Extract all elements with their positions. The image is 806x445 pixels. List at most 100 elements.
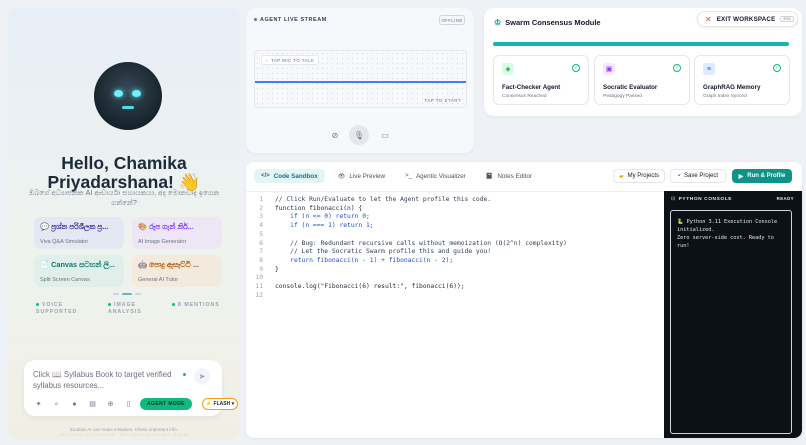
agent-card-graphrag[interactable]: ≡ ✓ GraphRAG Memory Graph Index Synced bbox=[694, 55, 790, 105]
carousel-dots[interactable] bbox=[113, 293, 141, 295]
code-line[interactable]: 11 console.log("Fibonacci(6) result:", fi… bbox=[246, 283, 664, 292]
code-line[interactable]: 2 function fibonacci(n) { bbox=[246, 205, 664, 214]
card-title: 📄 Canvas සටහන් ලි... bbox=[40, 260, 115, 269]
card-title: 💬 ප්‍රශ්න පරිශීලක ප්‍ර... bbox=[40, 222, 109, 231]
card-image-generator[interactable]: 🎨 රූප ගැන් නිර්... AI Image Generator bbox=[132, 217, 222, 249]
database-icon: ≡ bbox=[703, 63, 715, 75]
my-projects-button[interactable]: ▰ My Projects bbox=[613, 169, 665, 183]
line-number: 3 bbox=[259, 213, 263, 221]
screen-share-off-icon[interactable]: ▭ bbox=[376, 126, 394, 144]
line-number: 9 bbox=[259, 265, 263, 273]
code-line[interactable]: 1 // Click Run/Evaluate to let the Agent … bbox=[246, 196, 664, 205]
tab-notes-editor[interactable]: 📓 Notes Editor bbox=[479, 169, 539, 183]
code-text: if (n <= 0) return 0; bbox=[275, 213, 370, 221]
code-line[interactable]: 12 bbox=[246, 292, 664, 301]
tab-code-sandbox[interactable]: </> Code Sandbox bbox=[254, 169, 325, 183]
console-line: Zero server-side cost. Ready to run! bbox=[677, 235, 774, 249]
mic-icon[interactable]: ● bbox=[70, 400, 79, 409]
code-line[interactable]: 3 if (n <= 0) return 0; bbox=[246, 213, 664, 222]
trophy-icon: ♔ bbox=[494, 18, 502, 27]
line-number: 4 bbox=[259, 222, 263, 230]
online-dot bbox=[183, 373, 186, 376]
line-number: 7 bbox=[259, 248, 263, 256]
folder-icon: ▰ bbox=[619, 173, 624, 180]
line-number: 5 bbox=[259, 230, 263, 238]
exit-workspace-button[interactable]: ✕ EXIT WORKSPACE ESC bbox=[697, 11, 798, 27]
console-line: 🐍 Python 3.11 Execution Console initiali… bbox=[677, 219, 778, 233]
status-badge: OFFLINE bbox=[439, 15, 465, 25]
code-line[interactable]: 9} bbox=[246, 266, 664, 275]
check-icon: ✓ bbox=[572, 64, 580, 72]
run-profile-button[interactable]: ▶ Run & Profile bbox=[732, 169, 792, 183]
chat-icon: ▣ bbox=[603, 63, 615, 75]
code-text: // Click Run/Evaluate to let the Agent p… bbox=[275, 196, 492, 203]
code-line[interactable]: 4 if (n === 1) return 1; bbox=[246, 222, 664, 231]
tap-start-hint: TAP TO START bbox=[424, 98, 461, 103]
chat-placeholder[interactable]: Click 📖 Syllabus Book to target verified… bbox=[33, 369, 183, 391]
terminal-icon: ⊡ bbox=[671, 197, 676, 202]
eye-icon: 👁 bbox=[337, 173, 346, 180]
tab-live-preview[interactable]: 👁 Live Preview bbox=[331, 169, 392, 183]
card-subtitle: AI Image Generator bbox=[138, 239, 187, 245]
line-number: 12 bbox=[255, 291, 263, 299]
agent-card-socratic[interactable]: ▣ ✓ Socratic Evaluator Pedagogy Passed bbox=[594, 55, 690, 105]
workspace-tabs: </> Code Sandbox 👁 Live Preview >_ Agentic … bbox=[254, 169, 539, 183]
card-general-tutor[interactable]: 🤖 පොදු ඇසෑට්ටි ... General AI Tutor bbox=[132, 255, 222, 287]
card-subtitle: Split Screen Canvas bbox=[40, 277, 90, 283]
globe-icon[interactable]: ⊕ bbox=[106, 400, 115, 409]
greeting-subtitle: ඔබගේ අධ්‍යාපනික AI ආචාර්යා සහායකයා, අද ම… bbox=[28, 188, 220, 207]
code-icon: </> bbox=[261, 173, 270, 179]
line-number: 11 bbox=[255, 283, 263, 290]
code-line[interactable]: 7 // Let the Socratic Swarm profile this… bbox=[246, 248, 664, 257]
agent-status: Consensus Reached bbox=[502, 94, 547, 99]
card-viva-simulator[interactable]: 💬 ප්‍රශ්න පරිශීලක ප්‍ර... Viva Q&A Simul… bbox=[34, 217, 124, 249]
save-project-button[interactable]: ▪ Save Project bbox=[670, 169, 726, 183]
code-line[interactable]: 10 bbox=[246, 274, 664, 283]
live-stream-title: AGENT LIVE STREAM bbox=[254, 17, 327, 23]
tab-agentic-visualizer[interactable]: >_ Agentic Visualizer bbox=[398, 169, 473, 183]
code-line[interactable]: 6 // Bug: Redundant recursive calls with… bbox=[246, 240, 664, 249]
agent-status: Pedagogy Passed bbox=[603, 94, 642, 99]
agent-name: GraphRAG Memory bbox=[703, 84, 761, 91]
card-split-canvas[interactable]: 📄 Canvas සටහන් ලි... Split Screen Canvas bbox=[34, 255, 124, 287]
waveform-area[interactable]: ▫ TAP MIC TO TALK TAP TO START bbox=[254, 50, 467, 108]
camera-off-icon[interactable]: ⊘ bbox=[326, 126, 344, 144]
code-text: // Let the Socratic Swarm profile this a… bbox=[275, 248, 492, 256]
card-title: 🎨 රූප ගැන් නිර්... bbox=[138, 222, 194, 231]
model-select-flash[interactable]: ⚡ FLASH ▾ bbox=[202, 398, 238, 410]
card-subtitle: General AI Tutor bbox=[138, 277, 179, 283]
chat-input-box[interactable]: Click 📖 Syllabus Book to target verified… bbox=[24, 360, 222, 416]
play-icon: ▶ bbox=[738, 173, 744, 180]
close-icon: ✕ bbox=[705, 14, 712, 24]
code-line[interactable]: 5 bbox=[246, 231, 664, 240]
code-line[interactable]: 8 return fibonacci(n - 1) + fibonacci(n … bbox=[246, 257, 664, 266]
consensus-progress-bar bbox=[493, 42, 789, 46]
send-icon[interactable]: ➤ bbox=[194, 368, 210, 384]
credits: DESIGNED BY CHAMIKA · SRI LANKA ACADEMIC… bbox=[58, 432, 190, 437]
agent-mode-toggle[interactable]: AGENT MODE bbox=[140, 398, 192, 410]
stat-voice: VOICE SUPPORTED bbox=[36, 302, 78, 315]
code-text: function fibonacci(n) { bbox=[275, 204, 363, 212]
console-status: READY bbox=[776, 196, 794, 201]
document-icon[interactable]: ▤ bbox=[88, 400, 97, 409]
agent-status: Graph Index Synced bbox=[703, 94, 747, 99]
console-title: ⊡ PYTHON CONSOLE bbox=[671, 197, 733, 202]
terminal-icon: >_ bbox=[405, 173, 412, 179]
line-number: 1 bbox=[259, 196, 263, 203]
code-text: } bbox=[275, 265, 279, 273]
attach-icon[interactable]: ⌕ bbox=[52, 400, 61, 409]
swarm-title: ♔ Swarm Consensus Module bbox=[494, 18, 601, 27]
card-title: 🤖 පොදු ඇසෑට්ටි ... bbox=[138, 260, 199, 269]
robot-avatar bbox=[94, 62, 162, 130]
line-number: 2 bbox=[259, 204, 263, 212]
agent-card-fact-checker[interactable]: ◈ ✓ Fact-Checker Agent Consensus Reached bbox=[493, 55, 589, 105]
code-text: console.log("Fibonacci(6) result:", fibo… bbox=[275, 283, 465, 290]
line-number: 8 bbox=[259, 256, 263, 264]
book-icon[interactable]: ▯ bbox=[124, 400, 133, 409]
code-text: if (n === 1) return 1; bbox=[275, 222, 374, 230]
code-editor[interactable]: 1 // Click Run/Evaluate to let the Agent … bbox=[246, 191, 664, 438]
code-text: return fibonacci(n - 1) + fibonacci(n - … bbox=[275, 256, 454, 264]
magic-wand-icon[interactable]: ✦ bbox=[34, 400, 43, 409]
mic-off-icon[interactable]: 🎙 bbox=[349, 125, 369, 145]
agent-name: Socratic Evaluator bbox=[603, 84, 658, 91]
